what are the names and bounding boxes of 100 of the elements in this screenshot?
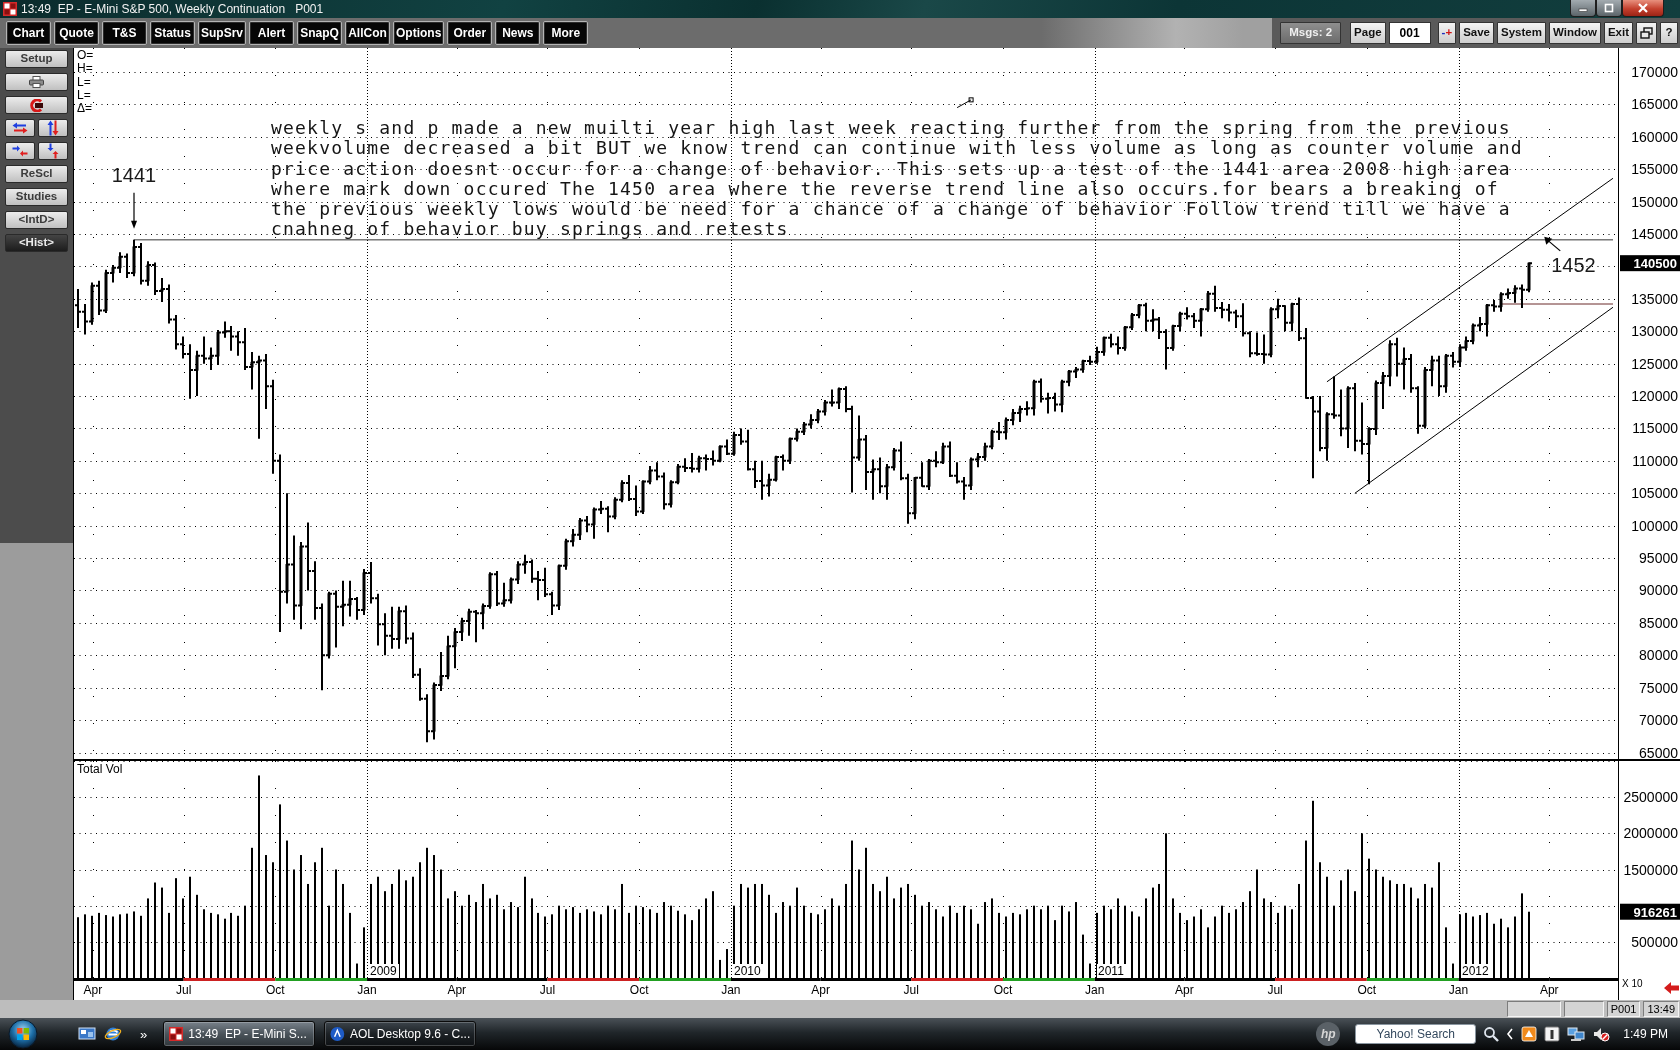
toolbar-button[interactable]: News bbox=[495, 21, 541, 45]
date-axis-label: Jan bbox=[357, 983, 377, 997]
arrow-left-icon[interactable] bbox=[1664, 982, 1679, 994]
sidebar-button[interactable] bbox=[38, 142, 68, 160]
date-axis-label: Jan bbox=[1448, 983, 1469, 997]
date-axis-label: Apr bbox=[447, 983, 467, 997]
sidebar-button[interactable]: Setup bbox=[5, 50, 68, 68]
date-axis-label: Apr bbox=[83, 983, 103, 997]
price-axis-label: 150000 bbox=[1631, 193, 1678, 210]
status-page: P001 bbox=[1606, 1001, 1641, 1017]
price-axis-label: 100000 bbox=[1631, 517, 1678, 534]
toolbar-button[interactable]: Window bbox=[1548, 22, 1601, 44]
tray-logo[interactable]: hp bbox=[1316, 1022, 1341, 1046]
price-axis-label: 75000 bbox=[1639, 679, 1678, 696]
speaker-muted-icon[interactable] bbox=[1592, 1026, 1611, 1042]
date-axis-label: Apr bbox=[811, 983, 830, 997]
sidebar-button[interactable] bbox=[5, 119, 35, 137]
price-axis-label: 70000 bbox=[1639, 712, 1678, 729]
overflow-button[interactable]: » bbox=[140, 1027, 148, 1041]
page-button[interactable]: Page bbox=[1350, 22, 1386, 44]
price-axis-label: 155000 bbox=[1631, 161, 1678, 178]
toolbar-button[interactable]: Options bbox=[393, 21, 445, 45]
toolbar-button[interactable]: Exit bbox=[1603, 22, 1633, 44]
sidebar-button[interactable]: Studies bbox=[5, 188, 68, 206]
price-axis-label: 65000 bbox=[1639, 744, 1678, 761]
date-axis-label: Apr bbox=[1175, 983, 1194, 997]
mode-button[interactable]: <Hist> bbox=[5, 234, 68, 252]
date-axis-label: Oct bbox=[1357, 983, 1377, 997]
tray-app-icon[interactable] bbox=[1521, 1026, 1538, 1042]
year-label: 2012 bbox=[1461, 964, 1491, 978]
date-axis-label: Jul bbox=[539, 983, 556, 997]
help-button[interactable]: ? bbox=[1660, 22, 1678, 44]
callout-label: 1452 bbox=[1551, 253, 1596, 276]
browser-icon[interactable] bbox=[104, 1025, 122, 1043]
chart-annotation: weekly s and p made a new muilti year high last week reacting further from the spring from the previous weekvolume decreased a bit BUT we know trend can continue with less volume as long as counter volume and price action doesnt occur for a change of behavior. This sets up a test of the 1441 area 2008 high area where mark down occured The 1450 area where the reverse trend line also occurs.for bears a breaking of the previous weekly lows would be need for a chance of a change of behavior Follow trend till we have a cnahneg of behavior buy springs and retests bbox=[271, 118, 1523, 240]
toolbar-button[interactable]: Status bbox=[150, 21, 195, 45]
sidebar-button[interactable] bbox=[38, 119, 68, 137]
year-label: 2009 bbox=[369, 964, 399, 978]
toolbar-button[interactable]: Alert bbox=[249, 21, 294, 45]
toolbar-button[interactable]: More bbox=[543, 21, 589, 45]
toolbar-button[interactable]: Order bbox=[447, 21, 493, 45]
toolbar-button[interactable]: Save bbox=[1459, 22, 1494, 44]
date-axis-label: Oct bbox=[993, 983, 1013, 997]
tray-card-icon[interactable] bbox=[1544, 1026, 1561, 1042]
app-icon bbox=[3, 2, 17, 16]
sidebar-button[interactable] bbox=[5, 142, 35, 160]
window-title: 13:49 EP - E-Mini S&P 500, Weekly Continuation P001 bbox=[21, 1, 324, 18]
sidebar-button[interactable] bbox=[5, 96, 68, 114]
minimize-button[interactable] bbox=[1570, 0, 1596, 17]
taskbar-button[interactable]: AOL Desktop 9.6 - C... bbox=[324, 1021, 477, 1047]
orb-icon bbox=[8, 1019, 38, 1049]
network-icon[interactable] bbox=[1567, 1026, 1586, 1042]
sidebar-button[interactable]: ReScl bbox=[5, 165, 68, 183]
volume-axis-label: 2500000 bbox=[1623, 789, 1678, 806]
toolbar-button[interactable]: SnapQ bbox=[297, 21, 342, 45]
close-button[interactable] bbox=[1622, 0, 1664, 17]
toolbar-button[interactable]: Quote bbox=[54, 21, 99, 45]
restore-button[interactable] bbox=[1636, 22, 1657, 44]
readout-label: L= bbox=[77, 87, 91, 102]
readout-label: O= bbox=[77, 48, 94, 62]
toolbar-button[interactable]: Chart bbox=[6, 21, 51, 45]
app-icon bbox=[169, 1027, 184, 1041]
page-step-button[interactable]: -+ bbox=[1437, 22, 1457, 44]
price-axis-label: 115000 bbox=[1632, 420, 1678, 437]
taskbar-button[interactable]: 13:49 EP - E-Mini S... bbox=[163, 1021, 316, 1047]
status-panel bbox=[1506, 1001, 1561, 1017]
toolbar-button[interactable]: System bbox=[1497, 22, 1546, 44]
last-volume-label: 916261 bbox=[1620, 903, 1680, 920]
price-axis-label: 110000 bbox=[1632, 452, 1678, 469]
readout-label: H= bbox=[77, 61, 93, 76]
sidebar-button[interactable] bbox=[5, 73, 68, 91]
printer-icon bbox=[29, 76, 44, 88]
show-desktop-icon[interactable] bbox=[78, 1026, 96, 1042]
date-axis-label: Jan bbox=[721, 983, 741, 997]
date-axis-label: Apr bbox=[1539, 983, 1559, 997]
status-panel bbox=[1563, 1001, 1604, 1017]
callout-label: 1441 bbox=[111, 163, 157, 186]
toolbar-button[interactable]: AllCon bbox=[345, 21, 390, 45]
chevron-left-icon[interactable] bbox=[1506, 1028, 1515, 1040]
year-label: 2011 bbox=[1097, 964, 1127, 978]
toolbar-button[interactable]: SupSrv bbox=[198, 21, 246, 45]
readout-label: Δ= bbox=[77, 101, 93, 116]
search-field[interactable]: Yahoo! Search bbox=[1355, 1024, 1477, 1044]
search-icon[interactable] bbox=[1483, 1026, 1500, 1042]
maximize-icon bbox=[1603, 3, 1615, 13]
mode-button[interactable]: <IntD> bbox=[5, 211, 68, 229]
price-axis-label: 135000 bbox=[1631, 290, 1678, 307]
year-label: 2010 bbox=[733, 964, 763, 978]
price-axis-label: 125000 bbox=[1631, 355, 1678, 372]
toolbar-button[interactable]: T&S bbox=[102, 21, 147, 45]
price-axis-label: 80000 bbox=[1639, 647, 1678, 664]
inward-arrows-icon bbox=[12, 145, 28, 157]
maximize-button[interactable] bbox=[1596, 0, 1622, 17]
messages-button[interactable]: Msgs: 2 bbox=[1280, 22, 1342, 44]
page-field[interactable]: 001 bbox=[1388, 22, 1431, 44]
date-axis-label: Jul bbox=[903, 983, 919, 997]
date-axis-label: Jul bbox=[175, 983, 192, 997]
clock-text: 1:49 PM bbox=[1623, 1026, 1668, 1043]
date-axis-label: Jan bbox=[1085, 983, 1105, 997]
close-icon bbox=[1637, 3, 1649, 13]
